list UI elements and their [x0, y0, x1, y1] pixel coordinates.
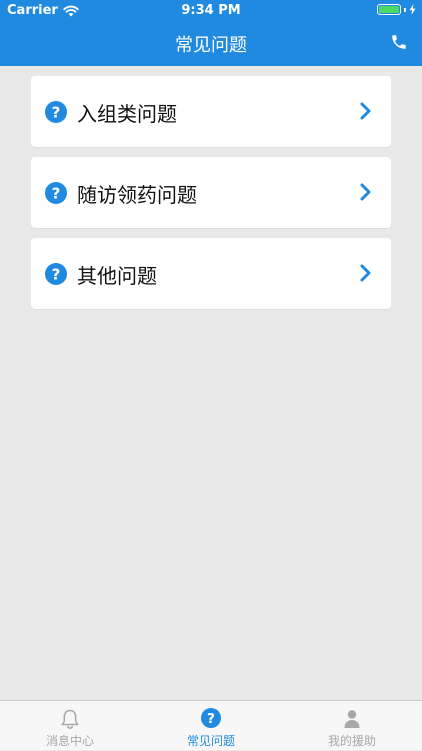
tab-messages[interactable]: 消息中心	[0, 701, 140, 751]
status-bar: Carrier 9:34 PM	[0, 0, 422, 22]
battery-group	[377, 4, 416, 15]
question-circle-icon: ?	[45, 263, 67, 285]
faq-item-label: 入组类问题	[77, 102, 177, 126]
page-title: 常见问题	[175, 35, 247, 56]
svg-text:?: ?	[52, 185, 61, 203]
question-circle-icon: ?	[45, 182, 67, 204]
faq-item-enrollment[interactable]: ? 入组类问题	[31, 76, 391, 147]
tab-label: 我的援助	[327, 734, 376, 748]
chevron-right-icon	[360, 102, 371, 120]
app-header: Carrier 9:34 PM 常见问题	[0, 0, 422, 66]
faq-item-label: 随访领药问题	[77, 183, 197, 207]
phone-icon[interactable]	[390, 33, 408, 51]
question-circle-icon: ?	[201, 708, 221, 728]
charging-bolt-icon	[409, 4, 416, 15]
faq-item-other[interactable]: ? 其他问题	[31, 238, 391, 309]
status-time: 9:34 PM	[181, 3, 241, 18]
faq-item-label: 其他问题	[77, 264, 157, 288]
battery-tip	[404, 7, 406, 12]
battery-icon	[377, 4, 401, 15]
chevron-right-icon	[360, 264, 371, 282]
tab-faq[interactable]: ? 常见问题	[141, 701, 281, 751]
question-circle-icon: ?	[45, 101, 67, 123]
tab-label: 常见问题	[186, 734, 235, 748]
svg-text:?: ?	[52, 266, 61, 284]
chevron-right-icon	[360, 183, 371, 201]
tab-bar: 消息中心 ? 常见问题 我的援助	[0, 700, 422, 750]
svg-text:?: ?	[207, 711, 215, 727]
faq-item-followup[interactable]: ? 随访领药问题	[31, 157, 391, 228]
tab-label: 消息中心	[45, 734, 94, 748]
bell-icon	[61, 709, 79, 729]
battery-fill	[379, 6, 399, 13]
svg-text:?: ?	[52, 104, 61, 122]
tab-my-assistance[interactable]: 我的援助	[282, 701, 422, 751]
user-icon	[344, 710, 360, 728]
